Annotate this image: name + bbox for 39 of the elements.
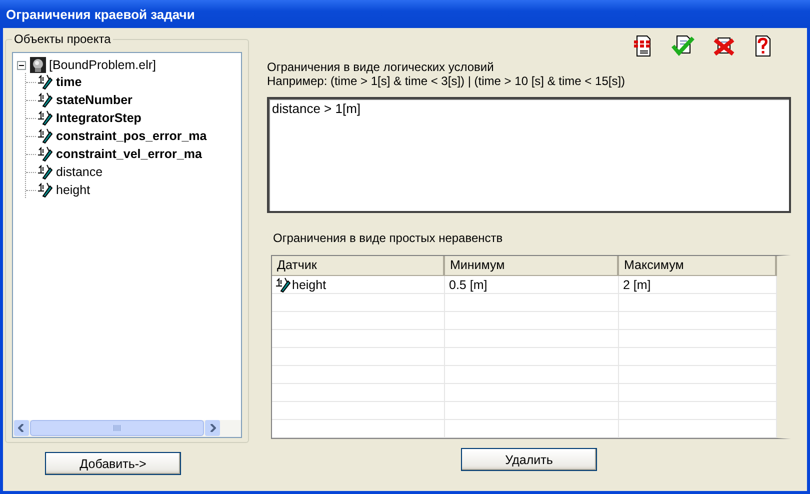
scroll-left-icon[interactable] — [14, 420, 29, 436]
sensor-icon — [37, 182, 53, 198]
tree-item[interactable]: IntegratorStep — [56, 111, 142, 125]
tree-item[interactable]: distance — [56, 165, 103, 179]
tree-item[interactable]: stateNumber — [56, 93, 132, 107]
sensor-icon — [37, 146, 53, 162]
cross-document-icon[interactable] — [712, 35, 736, 57]
scroll-thumb[interactable] — [30, 420, 204, 436]
sensor-icon — [37, 128, 53, 144]
tree-item[interactable]: time — [56, 75, 82, 89]
group-title: Объекты проекта — [13, 32, 112, 46]
sensor-icon — [275, 277, 291, 293]
sensor-icon — [37, 92, 53, 108]
column-header[interactable]: Минимум — [445, 256, 619, 275]
inequalities-label: Ограничения в виде простых неравенств — [273, 231, 504, 245]
example-text: Например: (time > 1[s] & time < 3[s]) | (time > 10 [s] & time < 15[s]) — [267, 74, 626, 88]
tree-item[interactable]: height — [56, 183, 90, 197]
help-icon[interactable] — [753, 35, 773, 57]
table-cell: 2 [m] — [623, 278, 651, 292]
tree-item[interactable]: constraint_vel_error_ma — [56, 147, 202, 161]
add-button[interactable]: Добавить-> — [45, 452, 181, 475]
column-header[interactable]: Максимум — [619, 256, 777, 275]
conditions-textarea[interactable]: distance > 1[m] — [267, 97, 791, 213]
sensor-icon — [37, 110, 53, 126]
sensor-icon — [37, 164, 53, 180]
scroll-right-icon[interactable] — [205, 420, 220, 436]
tree-item[interactable]: [BoundProblem.elr] — [49, 58, 156, 72]
delete-button[interactable]: Удалить — [461, 448, 597, 471]
column-header[interactable]: Датчик — [272, 256, 445, 275]
table-cell: 0.5 [m] — [449, 278, 488, 292]
tree-item[interactable]: constraint_pos_error_ma — [56, 129, 207, 143]
logical-constraints-label: Ограничения в виде логических условий — [267, 60, 495, 74]
sensor-icon — [37, 74, 53, 90]
table-cell: height — [292, 278, 326, 292]
window-title: Ограничения краевой задачи — [6, 6, 195, 22]
model-icon — [30, 57, 46, 73]
collapse-icon[interactable] — [17, 60, 26, 70]
horizontal-scrollbar[interactable] — [13, 420, 241, 437]
check-document-icon[interactable] — [671, 35, 695, 57]
